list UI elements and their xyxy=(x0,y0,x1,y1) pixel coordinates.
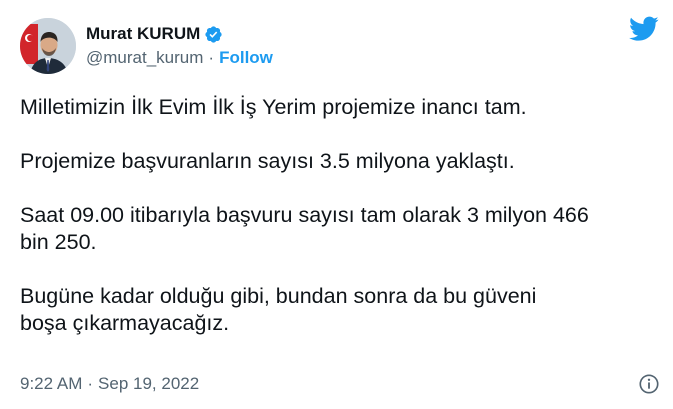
tweet-date[interactable]: Sep 19, 2022 xyxy=(98,374,199,394)
twitter-bird-icon[interactable] xyxy=(629,16,659,42)
user-handle[interactable]: @murat_kurum xyxy=(86,48,203,68)
tweet-paragraph: Saat 09.00 itibarıyla başvuru sayısı tam… xyxy=(20,203,589,254)
tweet-card: Murat KURUM @murat_kurum · Follow Millet… xyxy=(0,0,673,409)
follow-button[interactable]: Follow xyxy=(219,48,273,68)
display-name[interactable]: Murat KURUM xyxy=(86,24,200,44)
tweet-paragraph: Milletimizin İlk Evim İlk İş Yerim proje… xyxy=(20,95,527,119)
info-icon[interactable] xyxy=(638,373,660,395)
avatar-image xyxy=(20,18,76,74)
user-info: Murat KURUM @murat_kurum · Follow xyxy=(86,23,273,69)
tweet-header: Murat KURUM @murat_kurum · Follow xyxy=(20,16,273,76)
avatar[interactable] xyxy=(20,18,76,74)
tweet-footer: 9:22 AM · Sep 19, 2022 xyxy=(20,373,660,395)
verified-badge-icon xyxy=(204,25,223,44)
handle-separator: · xyxy=(208,48,215,67)
tweet-paragraph: Projemize başvuranların sayısı 3.5 milyo… xyxy=(20,149,515,173)
name-row: Murat KURUM xyxy=(86,23,273,45)
tweet-paragraph: Bugüne kadar olduğu gibi, bundan sonra d… xyxy=(20,284,537,335)
tweet-text: Milletimizin İlk Evim İlk İş Yerim proje… xyxy=(20,94,660,337)
footer-separator: · xyxy=(87,374,94,393)
tweet-time[interactable]: 9:22 AM xyxy=(20,374,82,394)
handle-row: @murat_kurum · Follow xyxy=(86,47,273,69)
